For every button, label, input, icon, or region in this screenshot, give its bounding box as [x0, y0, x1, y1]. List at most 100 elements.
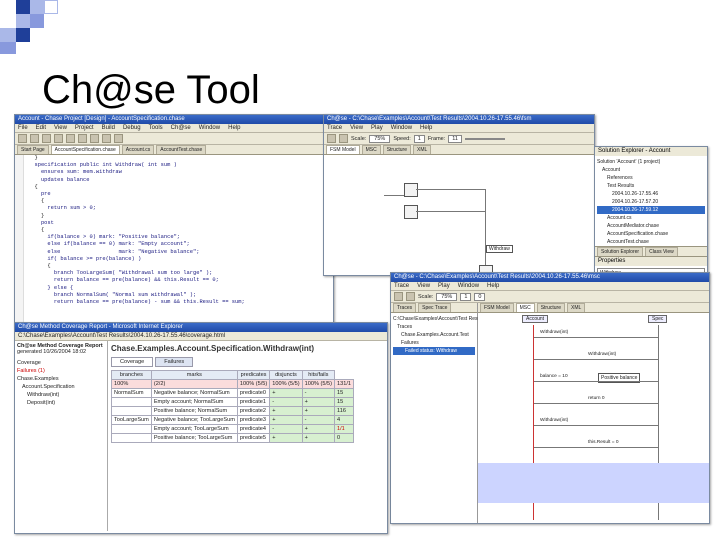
diagram-tab[interactable]: FSM Model: [326, 145, 360, 154]
stop-icon[interactable]: [339, 134, 348, 143]
menu-item[interactable]: Trace: [394, 283, 409, 289]
run-icon[interactable]: [114, 134, 123, 143]
table-cell: predicate3: [236, 415, 271, 425]
menu-item[interactable]: Window: [199, 125, 220, 131]
msc-tree-item[interactable]: C:\Chase\Examples\Account\Test Results\.…: [393, 315, 491, 323]
editor-tab[interactable]: Account.cs: [121, 145, 155, 154]
solution-tree-item[interactable]: Test Results: [597, 182, 705, 190]
code-editor-tabs: Start Page AccountSpecification.chase Acco…: [15, 145, 333, 155]
menu-item[interactable]: Tools: [149, 125, 163, 131]
msc-speed-value[interactable]: 1: [460, 292, 472, 301]
menu-item[interactable]: Window: [391, 125, 412, 131]
msc-diagram-tab[interactable]: Structure: [536, 303, 565, 312]
msc-diagram-tab[interactable]: MSC: [515, 303, 535, 312]
msc-frame-value[interactable]: 0: [474, 292, 486, 301]
fsm-canvas[interactable]: Withdraw: [324, 155, 594, 275]
editor-tab[interactable]: AccountSpecification.chase: [50, 145, 120, 154]
msc-scale-select[interactable]: 75%: [436, 292, 458, 301]
diagram-tab[interactable]: Structure: [382, 145, 411, 154]
solution-tab[interactable]: Solution Explorer: [597, 247, 644, 256]
undo-icon[interactable]: [90, 134, 99, 143]
menu-item[interactable]: Edit: [36, 125, 46, 131]
frame-slider[interactable]: [464, 137, 505, 140]
menu-item[interactable]: Window: [458, 283, 479, 289]
menu-item[interactable]: Debug: [123, 125, 141, 131]
menu-item[interactable]: Project: [75, 125, 94, 131]
coverage-titlebar[interactable]: Ch@se Method Coverage Report - Microsoft…: [15, 323, 387, 332]
solution-tree-item[interactable]: 2004.10.26-17.57.20: [597, 198, 705, 206]
solution-tab[interactable]: Class View: [645, 247, 678, 256]
trace-tab[interactable]: Traces: [393, 303, 417, 312]
copy-icon[interactable]: [66, 134, 75, 143]
solution-tree-item[interactable]: References: [597, 174, 705, 182]
menu-item[interactable]: View: [350, 125, 363, 131]
coverage-tab[interactable]: Failures: [155, 357, 194, 367]
solution-tree-item[interactable]: Solution 'Account' (1 project): [597, 158, 705, 166]
play-icon[interactable]: [327, 134, 336, 143]
solution-tree-item[interactable]: AccountMediator.chase: [597, 222, 705, 230]
coverage-tree-item[interactable]: Deposit(int): [17, 399, 105, 407]
menu-item[interactable]: View: [54, 125, 67, 131]
code-area[interactable]: } specification public int Withdraw( int…: [24, 155, 244, 327]
menu-item[interactable]: Play: [438, 283, 450, 289]
solution-tree-item[interactable]: Account: [597, 166, 705, 174]
msc-diagram-tab[interactable]: XML: [566, 303, 586, 312]
menu-item[interactable]: Build: [102, 125, 115, 131]
solution-tree-item[interactable]: Account.cs: [597, 214, 705, 222]
menu-item[interactable]: File: [18, 125, 28, 131]
msc-play-icon[interactable]: [394, 292, 403, 301]
open-icon[interactable]: [30, 134, 39, 143]
scale-label: Scale:: [351, 135, 367, 142]
menu-item[interactable]: View: [417, 283, 430, 289]
solution-tree-item[interactable]: 2004.10.26-17.59.12: [597, 206, 705, 214]
save-icon[interactable]: [42, 134, 51, 143]
diagram-tab[interactable]: MSC: [361, 145, 381, 154]
fsm-titlebar[interactable]: Ch@se - C:\Chase\Examples\Account\Test R…: [324, 115, 594, 124]
code-line: else mark: "Negative balance";: [28, 248, 200, 255]
fsm-state-left[interactable]: [404, 205, 418, 219]
editor-tab[interactable]: AccountTest.chase: [156, 145, 207, 154]
scale-select[interactable]: 75%: [369, 134, 391, 143]
menu-item[interactable]: Help: [420, 125, 432, 131]
msc-tree-item[interactable]: Failed status: Withdraw: [393, 347, 475, 355]
coverage-tree-item[interactable]: Chase.Examples: [17, 375, 105, 383]
solution-tabs: Solution Explorer Class View: [595, 246, 707, 257]
msc-stop-icon[interactable]: [406, 292, 415, 301]
coverage-tree[interactable]: Coverage Failures (1) Chase.Examples Accoun…: [17, 359, 105, 407]
new-file-icon[interactable]: [18, 134, 27, 143]
coverage-tree-item[interactable]: Failures (1): [17, 367, 105, 375]
solution-tree-item[interactable]: AccountSpecification.chase: [597, 230, 705, 238]
editor-tab[interactable]: Start Page: [17, 145, 49, 154]
msc-canvas[interactable]: Account Spec Positive balance Withdraw(i…: [478, 313, 709, 523]
code-editor-titlebar[interactable]: Account - Chase Project [Design] - Accou…: [15, 115, 333, 124]
solution-tree-item[interactable]: AccountTest.chase: [597, 238, 705, 246]
msc-diagram-tab[interactable]: FSM Model: [480, 303, 514, 312]
msc-tree-item[interactable]: Chase.Examples.Account.Test: [393, 331, 475, 339]
coverage-tree-item[interactable]: Account.Specification: [17, 383, 105, 391]
table-cell: [111, 433, 152, 443]
cut-icon[interactable]: [54, 134, 63, 143]
menu-item[interactable]: Help: [228, 125, 240, 131]
speed-value[interactable]: 1: [413, 134, 425, 143]
solution-tree[interactable]: Solution 'Account' (1 project) Account Ref…: [595, 156, 707, 246]
coverage-address[interactable]: C:\Chase\Examples\Account\Test Results\2…: [18, 333, 225, 339]
menu-item[interactable]: Play: [371, 125, 383, 131]
menu-item[interactable]: Ch@se: [171, 125, 191, 131]
fsm-state-top[interactable]: [404, 183, 418, 197]
trace-tab[interactable]: Spec Trace: [418, 303, 452, 312]
msc-trace-tree[interactable]: C:\Chase\Examples\Account\Test Results\.…: [391, 313, 491, 357]
menu-item[interactable]: Help: [487, 283, 499, 289]
coverage-tree-item[interactable]: Coverage: [17, 359, 105, 367]
msc-tree-item[interactable]: Traces: [393, 323, 475, 331]
menu-item[interactable]: Trace: [327, 125, 342, 131]
coverage-tree-item[interactable]: Withdraw(int): [17, 391, 105, 399]
code-line: else if(balance == 0) mark: "Empty accou…: [28, 241, 190, 248]
frame-value[interactable]: 11: [448, 134, 462, 143]
paste-icon[interactable]: [78, 134, 87, 143]
diagram-tab[interactable]: XML: [412, 145, 432, 154]
solution-tree-item[interactable]: 2004.10.26-17.55.46: [597, 190, 705, 198]
msc-tree-item[interactable]: Failures: [393, 339, 475, 347]
coverage-tab[interactable]: Coverage: [111, 357, 154, 367]
redo-icon[interactable]: [102, 134, 111, 143]
msc-titlebar[interactable]: Ch@se - C:\Chase\Examples\Account\Test R…: [391, 273, 709, 282]
